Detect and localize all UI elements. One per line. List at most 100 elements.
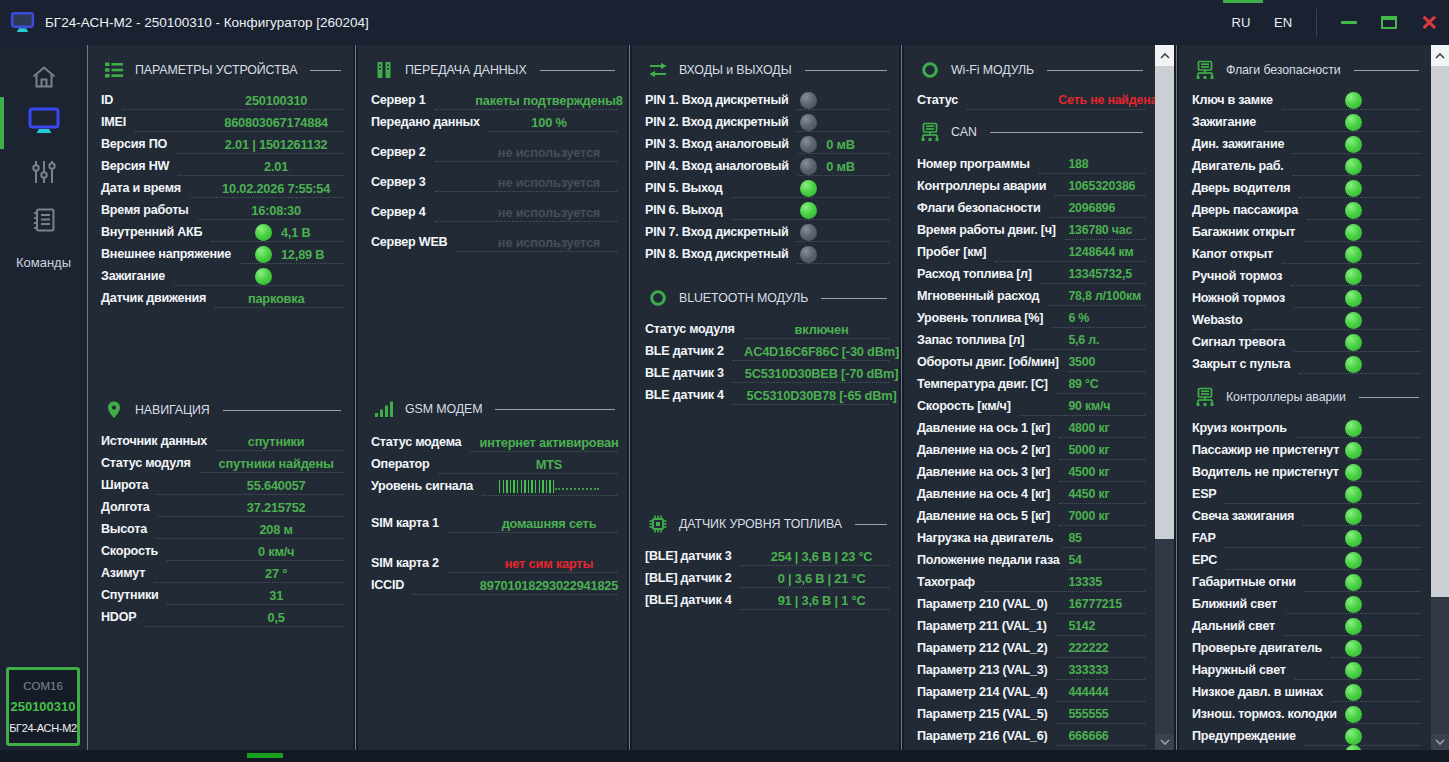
param-value-text: 13335 <box>1068 575 1101 589</box>
led-green-indicator <box>1345 442 1362 459</box>
list-icon <box>104 60 124 80</box>
param-value-text: 2.01 <box>264 159 288 174</box>
vertical-scrollbar[interactable] <box>1155 45 1174 750</box>
section-header-line <box>990 132 1143 133</box>
scrollbar-thumb[interactable] <box>1431 66 1449 597</box>
scroll-up-button[interactable] <box>1431 45 1449 66</box>
param-value: 444444 <box>1068 681 1153 703</box>
param-value <box>1345 287 1431 309</box>
param-value-text: не используется <box>498 235 600 250</box>
param-row: Сервер 3не используется <box>358 171 627 193</box>
param-label: BLE датчик 3 <box>645 366 729 380</box>
bottom-bar <box>0 750 1449 762</box>
network-icon <box>920 122 940 142</box>
param-value-text: 860803067174884 <box>224 115 328 130</box>
param-value: 5142 <box>1068 615 1153 637</box>
param-row: Расход топлива [л]13345732,5 <box>904 263 1155 285</box>
param-value <box>1345 111 1431 133</box>
param-value: 31 <box>207 584 345 606</box>
lang-ru-button[interactable]: RU <box>1220 15 1262 30</box>
param-value: 55.640057 <box>207 474 345 496</box>
param-value-text: не используется <box>498 145 600 160</box>
param-label: Ближний свет <box>1192 597 1282 611</box>
scrollbar-thumb[interactable] <box>1155 66 1174 539</box>
param-row: Передано данных100 % <box>358 111 627 133</box>
param-value: 2.01 <box>207 155 345 177</box>
param-row: Температура двиг. [C]89 °C <box>904 373 1155 395</box>
param-label: Сервер 4 <box>371 205 431 219</box>
led-gray-indicator <box>800 158 817 175</box>
param-row: Уровень топлива [%]6 % <box>904 307 1155 329</box>
param-row: Запас топлива [л]5,6 л. <box>904 329 1155 351</box>
param-label: Широта <box>101 478 153 492</box>
close-icon: ✕ <box>1420 12 1438 33</box>
led-green-indicator <box>1345 552 1362 569</box>
param-value <box>1345 417 1431 439</box>
param-value: 5C5310D30BEB [-70 dBm] <box>752 362 891 384</box>
minimize-button[interactable] <box>1329 0 1369 45</box>
vertical-scrollbar[interactable] <box>1431 45 1449 750</box>
scroll-up-button[interactable] <box>1155 45 1174 66</box>
param-label: SIM карта 1 <box>371 516 444 530</box>
param-row: Параметр 212 (VAL_2)222222 <box>904 637 1155 659</box>
app-monitor-icon <box>10 11 35 34</box>
param-row: Высота208 м <box>88 518 353 540</box>
param-value: 0 мВ <box>800 155 899 177</box>
param-label: Уровень сигнала <box>371 479 478 493</box>
param-label: PIN 3. Вход аналоговый <box>645 137 794 151</box>
param-label: Webasto <box>1192 313 1248 327</box>
param-label: Параметр 212 (VAL_2) <box>917 641 1052 655</box>
param-value-text: 0 | 3,6 В | 21 °C <box>778 571 866 586</box>
param-value-text: 4800 кг <box>1068 421 1109 435</box>
param-value-text: 37.215752 <box>247 500 306 515</box>
param-row: Широта 55.640057 <box>88 474 353 496</box>
led-green-indicator <box>1345 596 1362 613</box>
scroll-down-button[interactable] <box>1155 734 1174 750</box>
param-value-text: 136780 час <box>1068 223 1132 237</box>
led-green-indicator <box>1345 530 1362 547</box>
sidebar-item-home[interactable] <box>0 64 87 94</box>
param-label: EPC <box>1192 553 1222 567</box>
led-green-indicator <box>1345 684 1362 701</box>
param-value-text: 333333 <box>1068 663 1108 677</box>
param-value: 54 <box>1068 549 1153 571</box>
param-row: Время работы двиг. [ч]136780 час <box>904 219 1155 241</box>
param-value-text: 444444 <box>1068 685 1108 699</box>
section-header-line <box>805 70 887 71</box>
device-id: 250100310 <box>10 699 75 714</box>
param-value <box>1345 593 1431 615</box>
param-label: Давление на ось 4 [кг] <box>917 487 1055 501</box>
param-value <box>1345 133 1431 155</box>
param-label: Статус модуля <box>645 322 740 336</box>
param-value: 85 <box>1068 527 1153 549</box>
param-row: Дин. зажигание <box>1179 133 1431 155</box>
param-label: Спутники <box>101 588 163 602</box>
scroll-down-button[interactable] <box>1431 734 1449 750</box>
param-row: Зажигание <box>88 265 353 287</box>
param-label: Параметр 216 (VAL_6) <box>917 729 1052 743</box>
param-label: [BLE] датчик 4 <box>645 593 737 607</box>
param-row: Пробег [км]1248644 км <box>904 241 1155 263</box>
param-value <box>1345 659 1431 681</box>
connection-status-box: COM16 250100310 БГ24-АСН-М2 <box>6 667 80 746</box>
param-value <box>255 265 353 287</box>
param-value <box>1345 89 1431 111</box>
section-fuel-sensor: ДАТЧИК УРОВНЯ ТОПЛИВА[BLE] датчик 3254 |… <box>632 513 899 611</box>
maximize-icon <box>1381 16 1397 29</box>
journal-icon <box>30 206 58 238</box>
param-label: ICCID <box>371 578 409 592</box>
close-button[interactable]: ✕ <box>1409 0 1449 45</box>
maximize-button[interactable] <box>1369 0 1409 45</box>
column-flags-controllers: Флаги безопасностиКлюч в замкеЗажиганиеД… <box>1179 45 1431 750</box>
sidebar-item-device[interactable] <box>0 106 87 140</box>
lang-en-button[interactable]: EN <box>1262 15 1304 30</box>
param-value: 89701018293022941825 <box>479 574 619 596</box>
param-value-text: 7000 кг <box>1068 509 1109 523</box>
param-value <box>1345 199 1431 221</box>
sidebar-item-commands[interactable] <box>0 206 87 238</box>
sidebar-item-settings[interactable] <box>0 158 87 190</box>
param-value: 7000 кг <box>1068 505 1153 527</box>
param-value: 333333 <box>1068 659 1153 681</box>
section-title: ПЕРЕДАЧА ДАННЫХ <box>405 63 527 77</box>
param-value-text: 2.01 | 1501261132 <box>225 137 328 152</box>
